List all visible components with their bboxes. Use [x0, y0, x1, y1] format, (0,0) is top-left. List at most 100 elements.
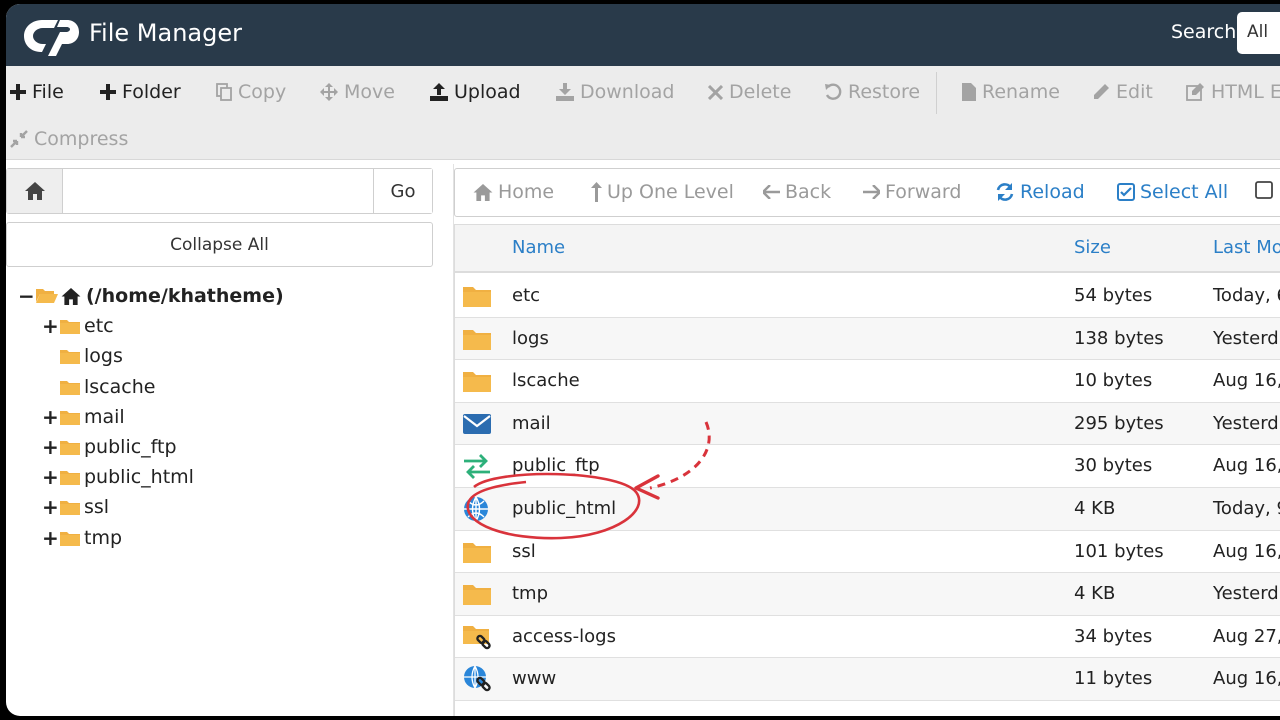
pencil-icon: [1094, 84, 1109, 99]
upload-button[interactable]: Upload: [430, 81, 521, 103]
expand-toggle[interactable]: +: [42, 495, 59, 519]
new-file-button[interactable]: File: [10, 81, 64, 103]
search-scope-select[interactable]: All: [1237, 12, 1280, 54]
tree-item-label: ssl: [84, 496, 110, 519]
table-row[interactable]: public_html 4 KB Today, 9: [455, 488, 1280, 531]
folder-icon: [60, 531, 80, 546]
table-row[interactable]: logs 138 bytes Yesterd: [455, 317, 1280, 361]
tree-item-ssl[interactable]: + ssl: [42, 493, 109, 521]
path-home-button[interactable]: [7, 169, 63, 213]
file-modified: Aug 16,: [1213, 370, 1280, 392]
copy-icon: [216, 83, 232, 101]
expand-toggle[interactable]: +: [42, 405, 59, 429]
column-size-header[interactable]: Size: [1074, 237, 1111, 258]
folder-icon: [60, 471, 80, 486]
navigation-bar: Home Up One Level Back Forward Reload Se…: [454, 168, 1280, 217]
tree-item-label: tmp: [84, 526, 123, 549]
file-modified: Aug 16,: [1213, 540, 1280, 562]
forward-button[interactable]: Forward: [863, 181, 961, 203]
table-row[interactable]: etc 54 bytes Today, 6: [455, 275, 1280, 318]
transfer-icon: [462, 452, 492, 480]
collapse-all-button[interactable]: Collapse All: [6, 222, 433, 267]
table-row[interactable]: access-logs 34 bytes Aug 27,: [455, 616, 1280, 659]
file-table: Name Size Last Mo etc 54 bytes Today, 6 log…: [454, 224, 1280, 716]
collapse-toggle[interactable]: −: [18, 284, 35, 308]
file-modified: Today, 6: [1213, 285, 1280, 306]
tree-item-public-html[interactable]: + public_html: [42, 463, 194, 491]
table-row[interactable]: ssl 101 bytes Aug 16,: [455, 531, 1280, 574]
tree-root-label: (/home/khatheme): [86, 285, 284, 307]
file-name[interactable]: tmp: [512, 583, 548, 604]
folder-icon: [60, 410, 80, 425]
tree-item-public-ftp[interactable]: + public_ftp: [42, 433, 177, 461]
file-name[interactable]: public_ftp: [512, 455, 600, 476]
table-row[interactable]: tmp 4 KB Yesterd: [455, 573, 1280, 616]
file-name[interactable]: www: [512, 668, 556, 689]
tree-item-logs[interactable]: logs: [42, 342, 123, 370]
folder-icon: [462, 580, 492, 608]
move-icon: [320, 83, 338, 101]
expand-toggle[interactable]: +: [42, 314, 59, 338]
file-name[interactable]: lscache: [512, 370, 580, 391]
compress-icon: [10, 130, 28, 148]
tree-root[interactable]: − (/home/khatheme): [18, 282, 284, 310]
column-name-header[interactable]: Name: [512, 237, 565, 258]
delete-button[interactable]: Delete: [708, 81, 791, 103]
table-row[interactable]: www 11 bytes Aug 16,: [455, 658, 1280, 701]
edit-button[interactable]: Edit: [1092, 81, 1153, 103]
folder-icon: [60, 320, 80, 335]
file-name[interactable]: public_html: [512, 498, 616, 519]
home-icon: [24, 182, 45, 200]
app-title: File Manager: [89, 19, 242, 47]
html-editor-button[interactable]: HTML E: [1186, 81, 1280, 103]
tree-item-tmp[interactable]: + tmp: [42, 524, 122, 552]
tree-item-label: lscache: [84, 375, 156, 398]
folder-icon: [462, 367, 492, 395]
tree-item-mail[interactable]: + mail: [42, 403, 125, 431]
copy-button[interactable]: Copy: [216, 81, 286, 103]
plus-icon: [100, 84, 116, 100]
upload-icon: [430, 83, 448, 101]
move-button[interactable]: Move: [320, 81, 395, 103]
back-button[interactable]: Back: [763, 181, 831, 203]
file-name[interactable]: etc: [512, 285, 540, 306]
compress-button[interactable]: Compress: [10, 128, 128, 150]
checkbox-checked-icon: [1117, 183, 1135, 201]
tree-item-lscache[interactable]: lscache: [42, 373, 155, 401]
folder-icon: [462, 538, 492, 566]
globe-link-icon: [462, 665, 492, 693]
column-modified-header[interactable]: Last Mo: [1213, 237, 1280, 258]
expand-toggle[interactable]: +: [42, 435, 59, 459]
restore-button[interactable]: Restore: [824, 81, 920, 103]
go-button[interactable]: Go: [373, 169, 432, 213]
nav-home-button[interactable]: Home: [473, 181, 554, 203]
path-input[interactable]: [64, 169, 373, 213]
search-label: Search: [1171, 21, 1237, 43]
download-button[interactable]: Download: [556, 81, 674, 103]
tree-item-etc[interactable]: + etc: [42, 312, 114, 340]
file-name[interactable]: mail: [512, 413, 551, 434]
file-name[interactable]: logs: [512, 328, 549, 349]
new-folder-button[interactable]: Folder: [100, 81, 181, 103]
table-row[interactable]: mail 295 bytes Yesterd: [455, 402, 1280, 446]
up-one-level-button[interactable]: Up One Level: [591, 181, 734, 203]
tree-item-label: logs: [84, 345, 123, 368]
unselect-all-button[interactable]: [1255, 181, 1273, 199]
table-header: Name Size Last Mo: [455, 225, 1280, 273]
file-modified: Aug 16,: [1213, 668, 1280, 690]
file-size: 34 bytes: [1074, 625, 1153, 647]
file-name[interactable]: access-logs: [512, 626, 616, 647]
expand-toggle[interactable]: +: [42, 526, 59, 550]
file-name[interactable]: ssl: [512, 541, 536, 562]
folder-icon: [60, 380, 80, 395]
file-modified: Today, 9: [1213, 498, 1280, 519]
table-row[interactable]: lscache 10 bytes Aug 16,: [455, 360, 1280, 403]
table-row[interactable]: public_ftp 30 bytes Aug 16,: [455, 445, 1280, 488]
rename-button[interactable]: Rename: [962, 81, 1060, 103]
expand-toggle[interactable]: +: [42, 465, 59, 489]
reload-button[interactable]: Reload: [995, 181, 1085, 203]
file-modified: Yesterd: [1213, 327, 1279, 349]
select-all-button[interactable]: Select All: [1117, 181, 1228, 203]
mail-icon: [462, 410, 492, 438]
home-icon: [61, 287, 81, 305]
